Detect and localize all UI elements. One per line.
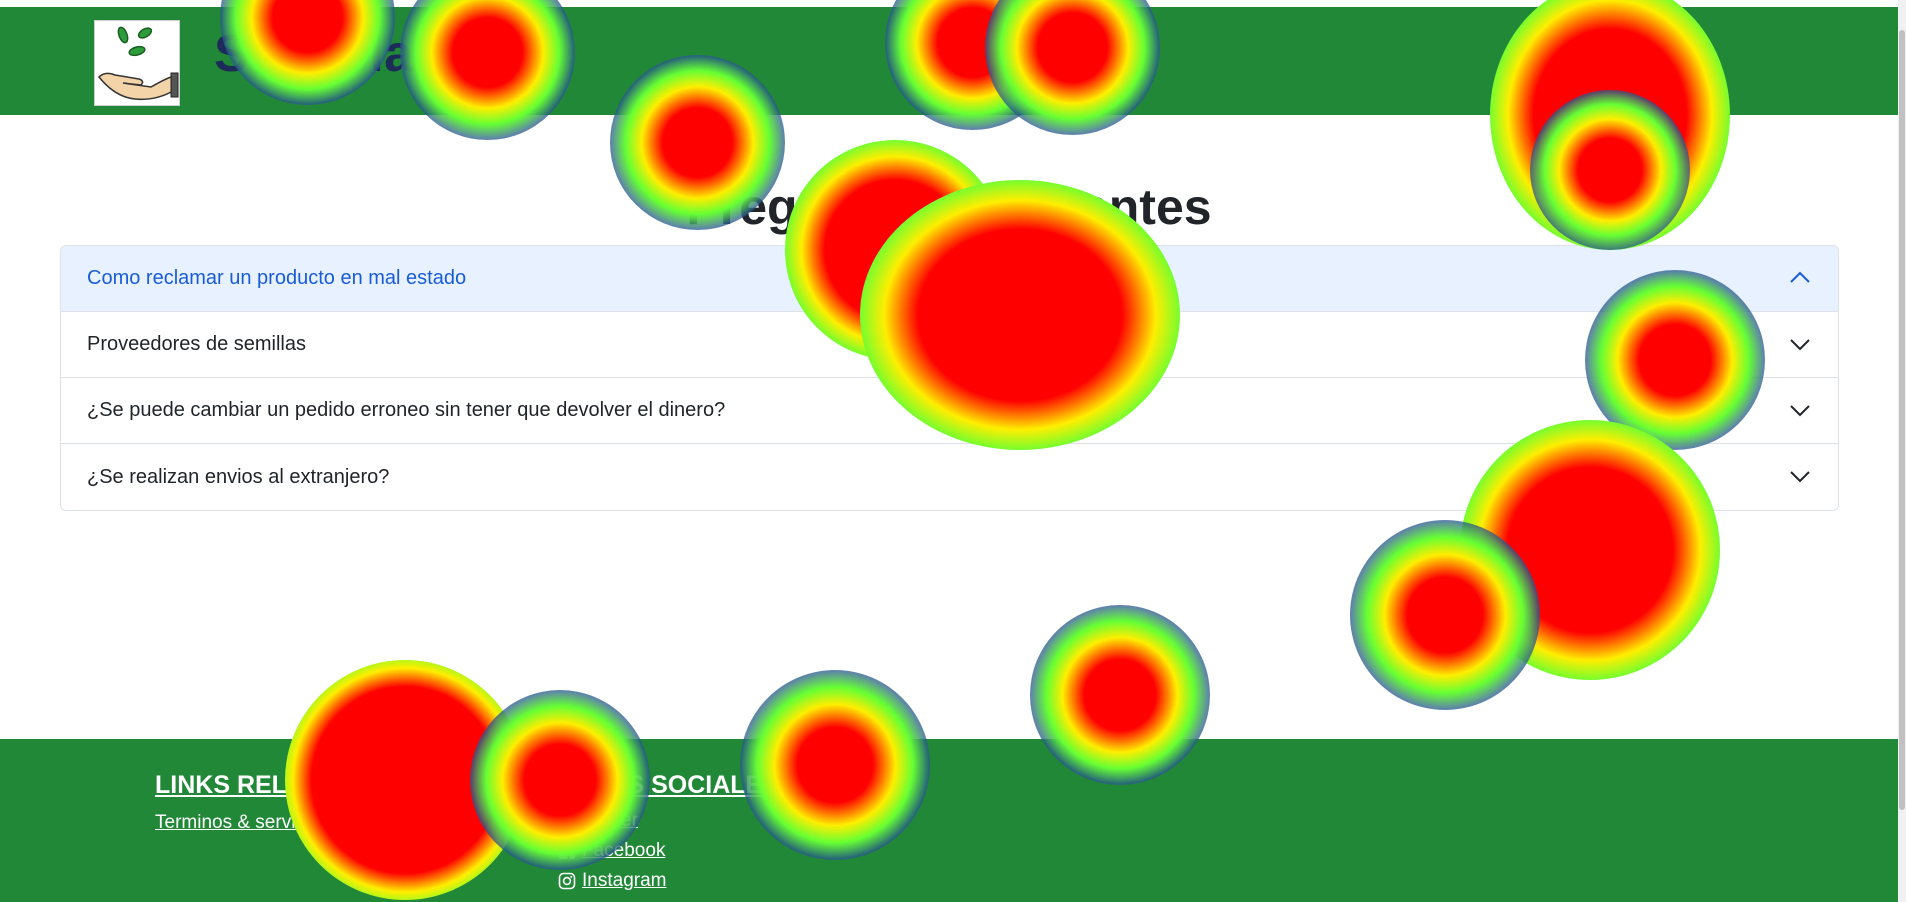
social-link-label[interactable]: Twitter — [582, 810, 638, 832]
facebook-icon — [559, 843, 575, 859]
header-nav-item[interactable]: e — [1517, 49, 1528, 72]
social-link-label[interactable]: Facebook — [582, 840, 665, 862]
chevron-up-icon — [1790, 271, 1810, 283]
footer-links-heading: LINKS RELAC — [155, 771, 324, 799]
faq-item[interactable]: Proveedores de semillas — [61, 312, 1838, 378]
chevron-down-icon — [1790, 405, 1810, 417]
faq-question: ¿Se puede cambiar un pedido erroneo sin … — [87, 399, 726, 421]
top-strip — [0, 0, 1906, 7]
site-logo[interactable] — [94, 20, 180, 106]
faq-item[interactable]: Como reclamar un producto en mal estado — [61, 246, 1838, 312]
heatmap-spot — [1350, 520, 1540, 710]
faq-item[interactable]: ¿Se puede cambiar un pedido erroneo sin … — [61, 378, 1838, 444]
social-link-facebook[interactable]: Facebook — [558, 836, 779, 866]
footer-social-heading: REDES SOCIALES — [558, 771, 779, 799]
social-link-instagram[interactable]: Instagram — [558, 866, 779, 896]
site-footer: LINKS RELAC Terminos & servicio REDES SO… — [0, 739, 1898, 902]
scrollbar-thumb[interactable] — [1899, 30, 1905, 810]
faq-question: ¿Se realizan envios al extranjero? — [87, 465, 390, 488]
instagram-icon — [558, 872, 576, 890]
chevron-down-icon — [1790, 471, 1810, 483]
footer-link-terms[interactable]: Terminos & servicio — [155, 812, 323, 834]
faq-question: Proveedores de semillas — [87, 333, 306, 355]
chevron-down-icon — [1790, 339, 1810, 351]
footer-social-column: REDES SOCIALES Twitter Facebook Instagra… — [558, 771, 779, 896]
twitter-icon — [559, 813, 575, 827]
seed-hand-logo-icon — [97, 26, 179, 101]
page-title: Preguntas Frecuentes — [686, 179, 1212, 235]
brand-name[interactable]: SeedMarke — [214, 24, 493, 84]
faq-accordion: Como reclamar un producto en mal estado … — [60, 245, 1839, 511]
faq-question: Como reclamar un producto en mal estado — [87, 267, 467, 289]
social-link-label[interactable]: Instagram — [582, 870, 666, 892]
social-link-twitter[interactable]: Twitter — [558, 806, 779, 836]
site-header: SeedMarke e — [0, 7, 1898, 115]
faq-item[interactable]: ¿Se realizan envios al extranjero? — [61, 444, 1838, 510]
footer-links-column: LINKS RELAC Terminos & servicio — [155, 771, 323, 841]
